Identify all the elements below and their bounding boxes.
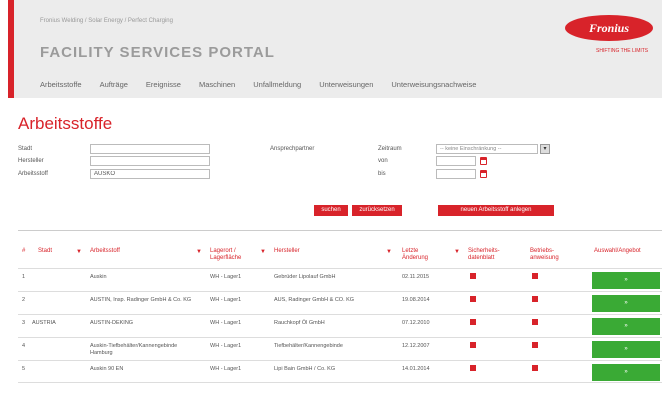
brand-accent-bar bbox=[8, 0, 14, 98]
reset-button[interactable]: zurücksetzen bbox=[352, 205, 402, 216]
pdf-icon[interactable] bbox=[470, 342, 476, 348]
portal-title: FACILITY SERVICES PORTAL bbox=[40, 44, 275, 61]
cell-hersteller: AUS, Radinger GmbH & CO. KG bbox=[274, 297, 355, 303]
calendar-icon[interactable] bbox=[480, 157, 487, 165]
nav-maschinen[interactable]: Maschinen bbox=[199, 80, 235, 89]
col-hersteller[interactable]: Hersteller bbox=[274, 248, 300, 255]
ansprechpartner-label: Ansprechpartner bbox=[270, 146, 315, 152]
cell-arbeitsstoff[interactable]: AUSTIN, Insp. Radinger GmbH & Co. KG bbox=[90, 297, 198, 304]
stadt-input[interactable] bbox=[90, 144, 210, 154]
table-row[interactable]: 1 Auskin WH - Lager1 Gebrüder Lipolauf G… bbox=[18, 268, 662, 291]
cell-nr: 4 bbox=[22, 343, 26, 349]
nav-unfallmeldung[interactable]: Unfallmeldung bbox=[253, 80, 301, 89]
calendar-icon[interactable] bbox=[480, 170, 487, 178]
col-nr[interactable]: # bbox=[22, 248, 25, 255]
sort-icon[interactable]: ▼ bbox=[386, 249, 392, 256]
cell-lagerort: WH - Lager1 bbox=[210, 343, 242, 349]
select-button[interactable]: » bbox=[592, 295, 660, 312]
sort-icon[interactable]: ▼ bbox=[454, 249, 460, 256]
col-betriebsanweisung[interactable]: Betriebs-anweisung bbox=[530, 248, 570, 262]
cell-arbeitsstoff[interactable]: Auskin bbox=[90, 274, 107, 281]
pdf-icon[interactable] bbox=[532, 296, 538, 302]
select-button[interactable]: » bbox=[592, 318, 660, 335]
select-button[interactable]: » bbox=[592, 364, 660, 381]
table-row[interactable]: 5 Auskin 90 EN WH - Lager1 Lipi Bain Gmb… bbox=[18, 360, 662, 383]
section-divider bbox=[18, 230, 662, 231]
cell-datum: 12.12.2007 bbox=[402, 343, 430, 349]
pdf-icon[interactable] bbox=[470, 365, 476, 371]
stadt-label: Stadt bbox=[18, 146, 33, 152]
cell-datum: 14.01.2014 bbox=[402, 366, 430, 372]
arbeitsstoff-input[interactable] bbox=[90, 169, 210, 179]
cell-hersteller: Rauchkopf Öl GmbH bbox=[274, 320, 325, 326]
arbeitsstoff-label: Arbeitsstoff bbox=[18, 171, 48, 177]
table-header: # Stadt ▼ Arbeitsstoff ▼ Lagerort / Lage… bbox=[18, 240, 662, 268]
bis-label: bis bbox=[378, 171, 386, 177]
fronius-logo[interactable]: Fronius bbox=[564, 14, 654, 42]
bis-date-input[interactable] bbox=[436, 169, 476, 179]
cell-stadt: AUSTRIA bbox=[32, 320, 56, 326]
cell-nr: 5 bbox=[22, 366, 26, 372]
von-date-input[interactable] bbox=[436, 156, 476, 166]
select-button[interactable]: » bbox=[592, 341, 660, 358]
chevron-down-icon[interactable]: ▾ bbox=[540, 144, 550, 154]
cell-arbeitsstoff[interactable]: AUSTIN-DEKING bbox=[90, 320, 133, 327]
breadcrumb[interactable]: Fronius Welding / Solar Energy / Perfect… bbox=[40, 18, 173, 24]
cell-nr: 2 bbox=[22, 297, 26, 303]
cell-datum: 19.08.2014 bbox=[402, 297, 430, 303]
table-row[interactable]: 3 AUSTRIA AUSTIN-DEKING WH - Lager1 Rauc… bbox=[18, 314, 662, 337]
cell-nr: 1 bbox=[22, 274, 26, 280]
main-nav: Arbeitsstoffe Aufträge Ereignisse Maschi… bbox=[40, 80, 476, 89]
pdf-icon[interactable] bbox=[532, 342, 538, 348]
nav-arbeitsstoffe[interactable]: Arbeitsstoffe bbox=[40, 80, 82, 89]
search-button[interactable]: suchen bbox=[314, 205, 348, 216]
sort-icon[interactable]: ▼ bbox=[260, 249, 266, 256]
cell-lagerort: WH - Lager1 bbox=[210, 320, 242, 326]
von-label: von bbox=[378, 158, 388, 164]
pdf-icon[interactable] bbox=[470, 273, 476, 279]
zeitraum-label: Zeitraum bbox=[378, 146, 402, 152]
col-lagerort[interactable]: Lagerort / Lagerfläche bbox=[210, 248, 256, 262]
cell-arbeitsstoff[interactable]: Auskin 90 EN bbox=[90, 366, 123, 373]
pdf-icon[interactable] bbox=[470, 296, 476, 302]
cell-hersteller: Tiefbehälter/Kannengebinde bbox=[274, 343, 343, 349]
nav-unterweisungsnachweise[interactable]: Unterweisungsnachweise bbox=[391, 80, 476, 89]
table-row[interactable]: 2 AUSTIN, Insp. Radinger GmbH & Co. KG W… bbox=[18, 291, 662, 314]
cell-nr: 3 bbox=[22, 320, 26, 326]
new-arbeitsstoff-button[interactable]: neuen Arbeitsstoff anlegen bbox=[438, 205, 554, 216]
pdf-icon[interactable] bbox=[532, 319, 538, 325]
table-row[interactable]: 4 Auskin-Tiefbehälter/Kannengebinde Hamb… bbox=[18, 337, 662, 360]
sort-icon[interactable]: ▼ bbox=[76, 249, 82, 256]
hersteller-label: Hersteller bbox=[18, 158, 44, 164]
cell-arbeitsstoff[interactable]: Auskin-Tiefbehälter/Kannengebinde Hambur… bbox=[90, 343, 200, 357]
select-button[interactable]: » bbox=[592, 272, 660, 289]
col-arbeitsstoff[interactable]: Arbeitsstoff bbox=[90, 248, 120, 255]
cell-hersteller: Lipi Bain GmbH / Co. KG bbox=[274, 366, 336, 372]
nav-unterweisungen[interactable]: Unterweisungen bbox=[319, 80, 373, 89]
cell-datum: 07.12.2010 bbox=[402, 320, 430, 326]
col-stadt[interactable]: Stadt bbox=[38, 248, 52, 255]
cell-lagerort: WH - Lager1 bbox=[210, 366, 242, 372]
nav-auftraege[interactable]: Aufträge bbox=[100, 80, 128, 89]
cell-datum: 02.11.2015 bbox=[402, 274, 430, 280]
col-auswahl[interactable]: Auswahl/Angebot bbox=[594, 248, 641, 255]
cell-lagerort: WH - Lager1 bbox=[210, 274, 242, 280]
filter-form: Stadt Hersteller Arbeitsstoff Ansprechpa… bbox=[18, 138, 662, 228]
page-title: Arbeitsstoffe bbox=[18, 114, 113, 133]
logo-text: Fronius bbox=[588, 21, 629, 35]
col-sicherheitsdatenblatt[interactable]: Sicherheits-datenblatt bbox=[468, 248, 512, 262]
nav-ereignisse[interactable]: Ereignisse bbox=[146, 80, 181, 89]
col-letzte-aenderung[interactable]: Letzte Änderung bbox=[402, 248, 440, 262]
pdf-icon[interactable] bbox=[470, 319, 476, 325]
sort-icon[interactable]: ▼ bbox=[196, 249, 202, 256]
pdf-icon[interactable] bbox=[532, 365, 538, 371]
logo-tagline: SHIFTING THE LIMITS bbox=[596, 48, 649, 54]
zeitraum-select[interactable]: -- keine Einschränkung -- bbox=[436, 144, 538, 154]
cell-hersteller: Gebrüder Lipolauf GmbH bbox=[274, 274, 336, 280]
cell-lagerort: WH - Lager1 bbox=[210, 297, 242, 303]
pdf-icon[interactable] bbox=[532, 273, 538, 279]
hersteller-input[interactable] bbox=[90, 156, 210, 166]
